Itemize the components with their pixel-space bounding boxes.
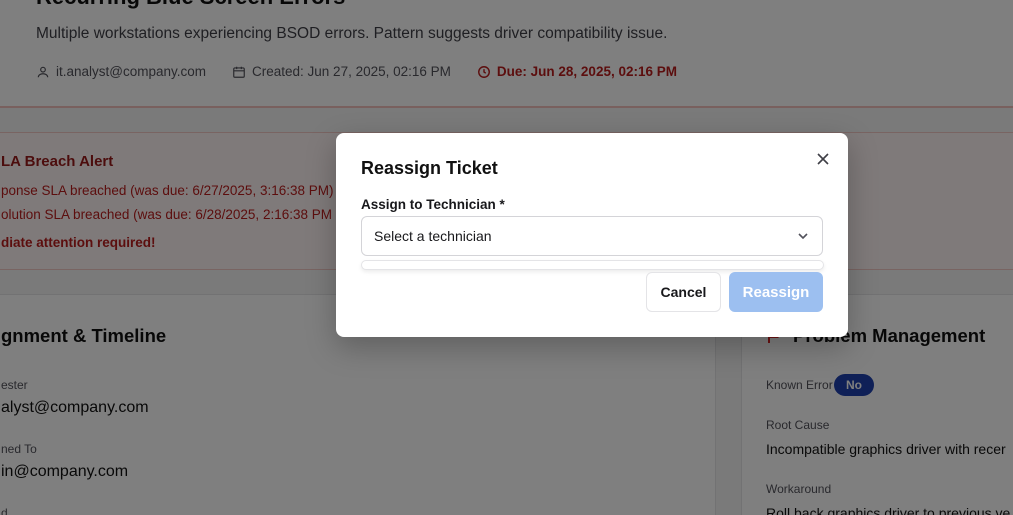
- technician-select[interactable]: Select a technician: [361, 216, 823, 256]
- cancel-button[interactable]: Cancel: [646, 272, 721, 312]
- technician-dropdown-panel: [361, 260, 824, 270]
- reassign-ticket-dialog: Reassign Ticket Assign to Technician * S…: [336, 133, 848, 337]
- reassign-button[interactable]: Reassign: [729, 272, 823, 312]
- dialog-title: Reassign Ticket: [361, 158, 498, 178]
- chevron-down-icon: [798, 233, 808, 240]
- close-icon[interactable]: [817, 153, 829, 165]
- close-button[interactable]: [814, 150, 832, 168]
- technician-field-label: Assign to Technician *: [361, 197, 505, 212]
- technician-select-value: Select a technician: [374, 228, 492, 244]
